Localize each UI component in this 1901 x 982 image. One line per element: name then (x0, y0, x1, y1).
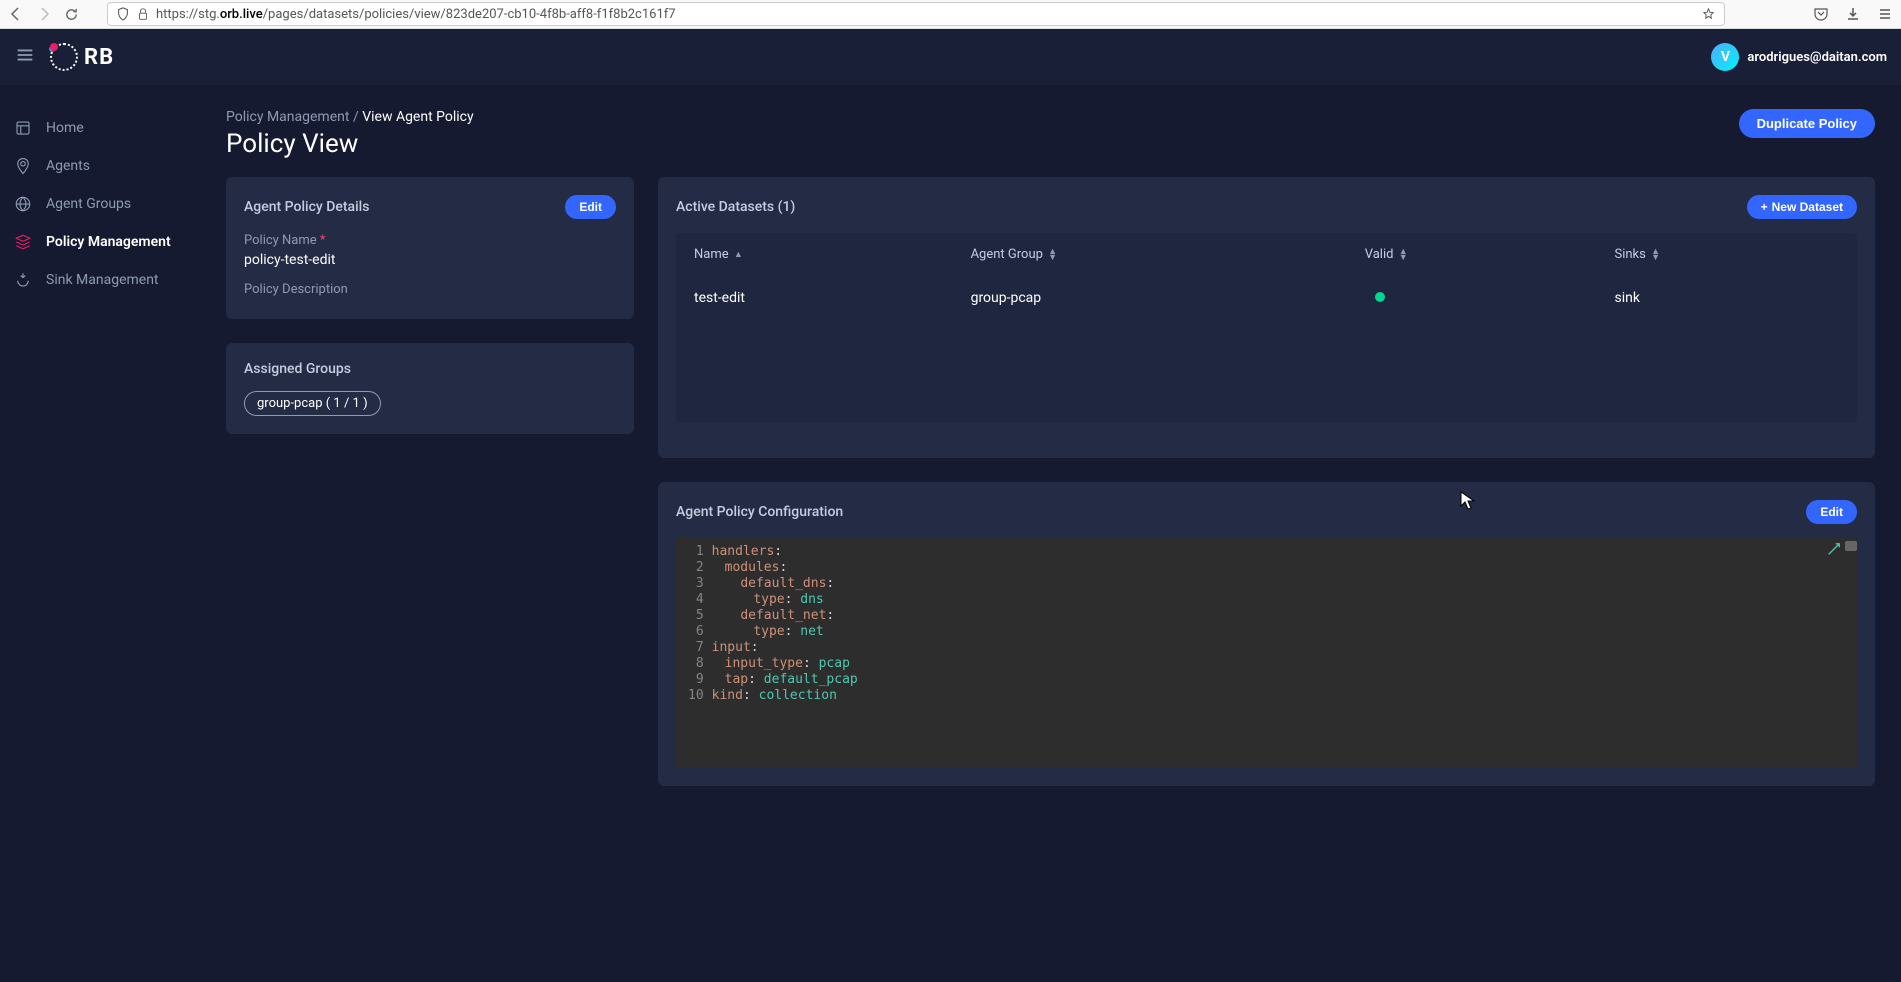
shield-icon (116, 7, 130, 21)
cell-name: test-edit (678, 276, 953, 320)
sidebar-item-label: Agent Groups (46, 196, 131, 212)
assigned-groups-card: Assigned Groups group-pcap ( 1 / 1 ) (226, 343, 634, 434)
sidebar-item-label: Sink Management (46, 272, 159, 288)
agent-icon (14, 157, 32, 175)
card-title: Agent Policy Configuration (676, 504, 843, 520)
back-button[interactable] (8, 6, 24, 22)
editor-settings-icon[interactable] (1827, 542, 1841, 560)
sidebar-item-home[interactable]: Home (0, 109, 200, 147)
duplicate-policy-button[interactable]: Duplicate Policy (1739, 109, 1875, 138)
col-name[interactable]: Name ▲ (678, 235, 953, 274)
sort-icon: ▲▼ (1651, 249, 1660, 261)
sidebar: Home Agents Agent Groups Policy Manageme… (0, 85, 200, 810)
sidebar-item-policy-management[interactable]: Policy Management (0, 223, 200, 261)
main-content: Policy Management / View Agent Policy Po… (200, 85, 1901, 810)
bookmark-star-icon[interactable] (1701, 7, 1716, 22)
user-menu[interactable]: V arodrigues@daitan.com (1711, 43, 1887, 71)
sort-icon: ▲▼ (1048, 249, 1057, 261)
line-gutter: 12345678910 (676, 538, 712, 768)
app-header: RB V arodrigues@daitan.com (0, 29, 1901, 85)
cell-group: group-pcap (955, 276, 1347, 320)
globe-icon (14, 195, 32, 213)
active-datasets-card: Active Datasets (1) +New Dataset Name ▲ … (658, 177, 1875, 458)
pocket-icon[interactable] (1813, 6, 1829, 22)
breadcrumb: Policy Management / View Agent Policy (226, 109, 474, 125)
policy-details-card: Agent Policy Details Edit Policy Name * … (226, 177, 634, 319)
sidebar-item-sink-management[interactable]: Sink Management (0, 261, 200, 299)
sidebar-item-agents[interactable]: Agents (0, 147, 200, 185)
sink-icon (14, 271, 32, 289)
group-chip[interactable]: group-pcap ( 1 / 1 ) (244, 391, 381, 416)
policy-icon (14, 233, 32, 251)
downloads-icon[interactable] (1845, 6, 1861, 22)
edit-details-button[interactable]: Edit (565, 195, 616, 219)
reload-button[interactable] (64, 7, 79, 22)
browser-toolbar: https://stg.orb.live/pages/datasets/poli… (0, 0, 1901, 29)
scrollbar-thumb[interactable] (1845, 541, 1857, 551)
card-title: Assigned Groups (244, 361, 351, 377)
user-email: arodrigues@daitan.com (1747, 50, 1887, 65)
cell-valid (1349, 276, 1597, 320)
sort-asc-icon: ▲ (734, 252, 743, 258)
yaml-editor[interactable]: 12345678910 handlers:modules: default_dn… (676, 538, 1857, 768)
breadcrumb-current: View Agent Policy (362, 109, 473, 125)
menu-icon[interactable] (1877, 6, 1893, 22)
code-content: handlers:modules: default_dns: type: dns… (712, 538, 1857, 768)
logo[interactable]: RB (50, 43, 114, 71)
forward-button[interactable] (36, 6, 52, 22)
datasets-table: Name ▲ Agent Group ▲▼ Valid ▲▼ Sinks ▲▼ … (676, 233, 1857, 322)
sidebar-item-label: Policy Management (46, 234, 171, 250)
logo-icon (50, 43, 78, 71)
card-title: Active Datasets (1) (676, 199, 795, 215)
card-title: Agent Policy Details (244, 199, 369, 215)
policy-name-value: policy-test-edit (244, 252, 616, 268)
valid-dot-icon (1375, 292, 1385, 302)
sidebar-item-label: Agents (46, 158, 90, 174)
logo-text: RB (84, 45, 114, 70)
sidebar-item-label: Home (46, 120, 84, 136)
col-group[interactable]: Agent Group ▲▼ (955, 235, 1347, 274)
col-sinks[interactable]: Sinks ▲▼ (1598, 235, 1855, 274)
breadcrumb-root[interactable]: Policy Management (226, 109, 349, 125)
new-dataset-button[interactable]: +New Dataset (1747, 195, 1857, 219)
policy-name-label: Policy Name * (244, 233, 616, 248)
edit-config-button[interactable]: Edit (1806, 500, 1857, 524)
sidebar-toggle[interactable] (14, 44, 36, 70)
home-icon (14, 119, 32, 137)
cell-sinks: sink (1598, 276, 1855, 320)
policy-desc-label: Policy Description (244, 282, 616, 297)
sidebar-item-agent-groups[interactable]: Agent Groups (0, 185, 200, 223)
page-title: Policy View (226, 129, 474, 159)
avatar: V (1711, 43, 1739, 71)
lock-icon (136, 7, 150, 21)
sort-icon: ▲▼ (1399, 249, 1408, 261)
plus-icon: + (1761, 200, 1768, 214)
address-bar[interactable]: https://stg.orb.live/pages/datasets/poli… (107, 2, 1725, 26)
table-row[interactable]: test-edit group-pcap sink (678, 276, 1855, 320)
url-text: https://stg.orb.live/pages/datasets/poli… (156, 7, 676, 22)
policy-config-card: Agent Policy Configuration Edit 12345678… (658, 482, 1875, 786)
col-valid[interactable]: Valid ▲▼ (1349, 235, 1597, 274)
